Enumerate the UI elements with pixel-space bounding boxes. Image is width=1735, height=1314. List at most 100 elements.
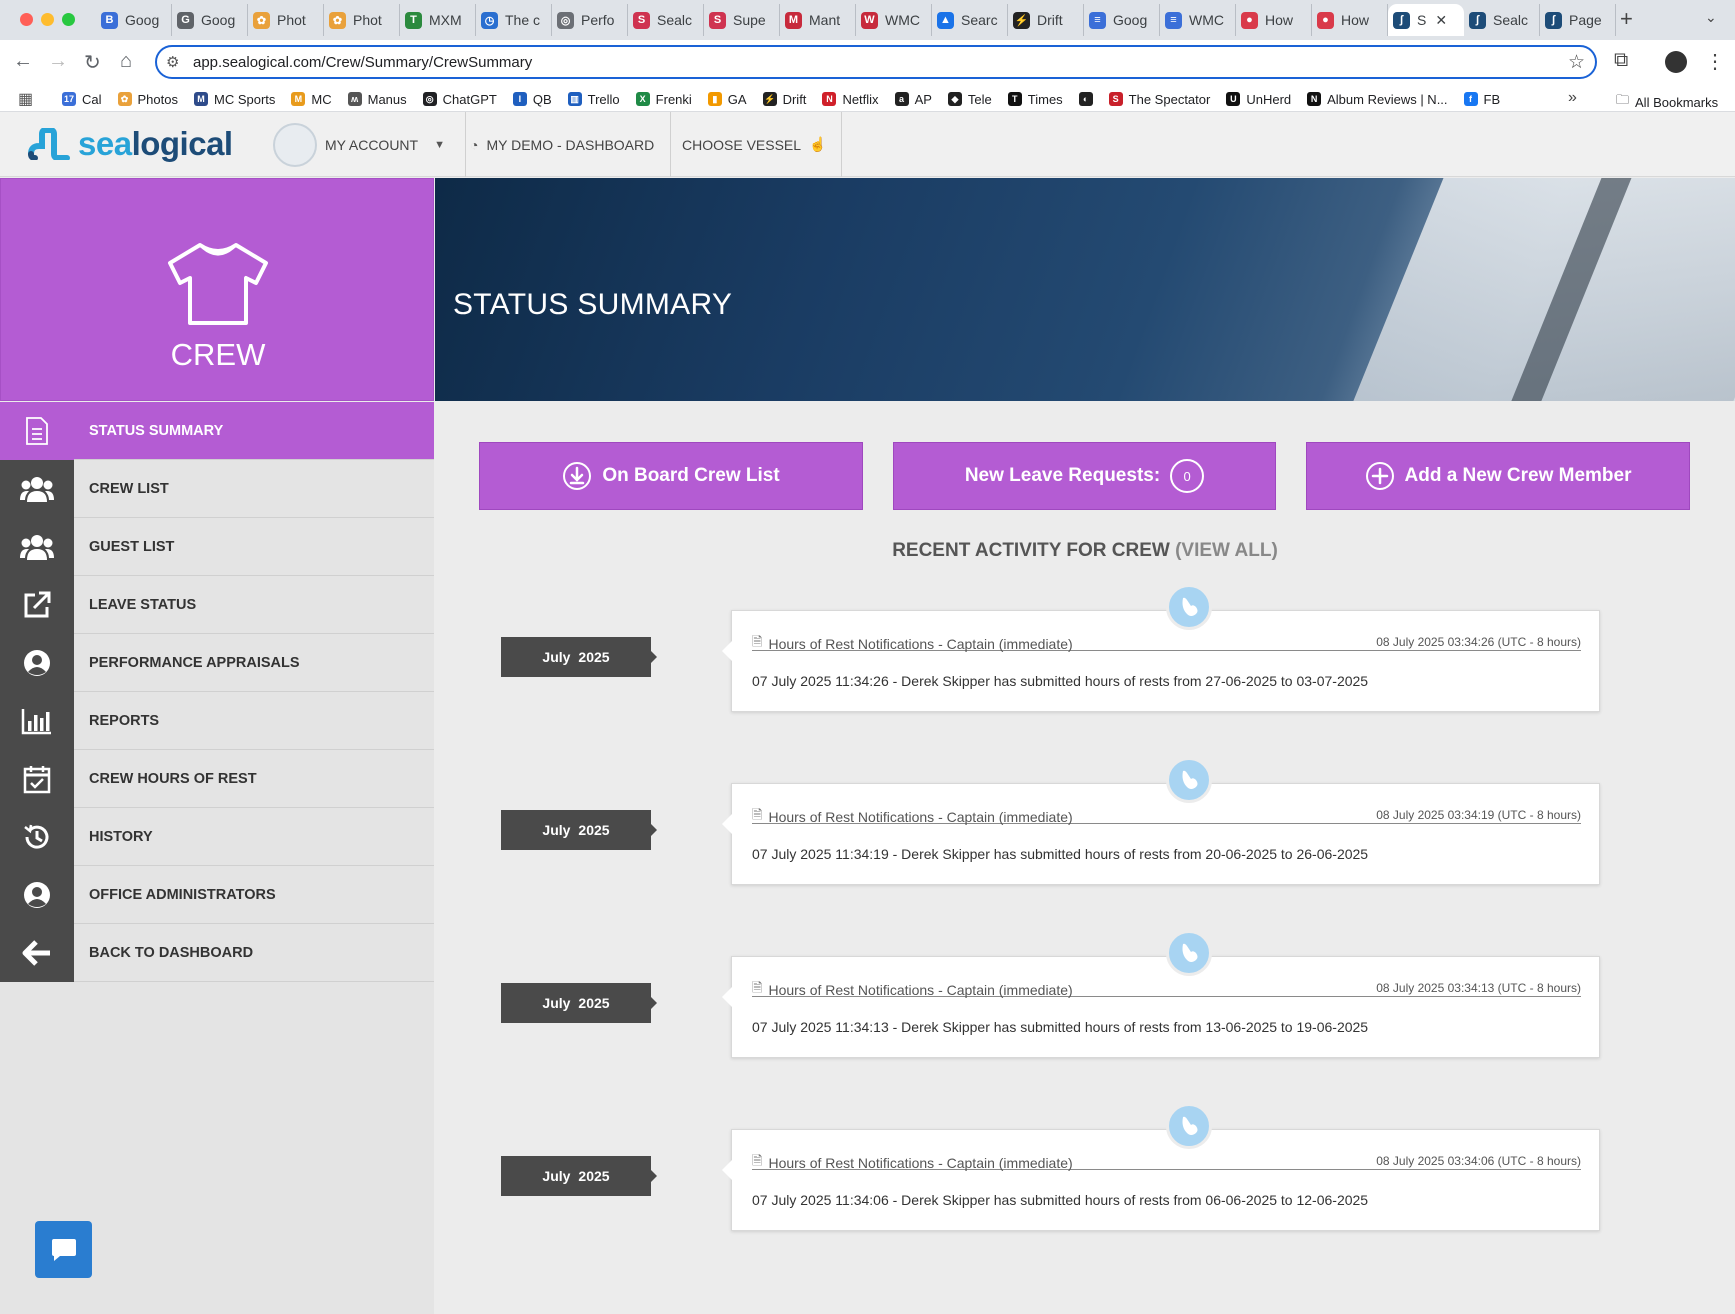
sidebar-item-label: STATUS SUMMARY [89, 422, 224, 439]
bookmark-item[interactable]: ⚡ Drift [762, 92, 806, 107]
tshirt-icon [168, 243, 268, 325]
browser-tab[interactable]: S Supe [704, 4, 780, 36]
browser-tab[interactable]: ✿ Phot [248, 4, 324, 36]
browser-tab[interactable]: ʃ S ✕ [1388, 4, 1464, 36]
browser-tab[interactable]: ʃ Sealc [1464, 4, 1540, 36]
bookmark-item[interactable]: M MC Sports [194, 92, 275, 107]
browser-tab[interactable]: ▲ Searc [932, 4, 1008, 36]
bookmark-item[interactable]: X Frenki [635, 92, 692, 107]
tab-search-icon[interactable]: ⌄ [1705, 9, 1717, 26]
bookmark-label: MC Sports [214, 91, 276, 107]
browser-tab[interactable]: ✿ Phot [324, 4, 400, 36]
bookmark-item[interactable]: f FB [1463, 92, 1500, 107]
tab-favicon-icon: ʃ [1469, 11, 1486, 29]
tab-favicon-icon: ≡ [1165, 11, 1182, 29]
browser-tab[interactable]: B Goog [96, 4, 172, 36]
bookmark-item[interactable]: M MC [291, 92, 332, 107]
bookmark-item[interactable]: T Times [1007, 92, 1063, 107]
back-icon[interactable]: ← [13, 50, 33, 73]
site-info-icon[interactable]: ⚙ [166, 53, 179, 71]
sealogical-logo[interactable]: sealogical [28, 125, 233, 163]
reload-icon[interactable]: ↻ [84, 50, 101, 75]
more-bookmarks-icon[interactable]: » [1568, 89, 1577, 107]
bookmark-star-icon[interactable]: ☆ [1568, 51, 1585, 74]
browser-tab[interactable]: ⚡ Drift [1008, 4, 1084, 36]
browser-tab[interactable]: T MXM [400, 4, 476, 36]
forward-icon[interactable]: → [48, 50, 68, 73]
activity-card-header: 🗎 Hours of Rest Notifications - Captain (… [752, 806, 1581, 825]
bookmark-item[interactable]: 17 Cal [62, 92, 102, 107]
sidebar-item-guest-list[interactable]: GUEST LIST [0, 517, 434, 576]
bookmark-item[interactable]: ▮ GA [707, 92, 747, 107]
section-title: CREW [170, 337, 266, 372]
activity-title[interactable]: 🗎 Hours of Rest Notifications - Captain (… [752, 633, 1073, 655]
activity-card[interactable]: 🗎 Hours of Rest Notifications - Captain (… [722, 956, 1600, 1058]
group-icon [0, 517, 74, 576]
logo-text-logical: logical [131, 125, 234, 162]
sidebar-item-status-summary[interactable]: STATUS SUMMARY [0, 401, 434, 460]
extensions-icon[interactable]: ⧉ [1614, 49, 1628, 72]
bookmark-item[interactable]: I QB [512, 92, 552, 107]
apps-grid-icon[interactable]: ▦ [18, 89, 33, 109]
bookmark-item[interactable]: a AP [894, 92, 932, 107]
tab-favicon-icon: M [785, 11, 802, 29]
activity-card[interactable]: 🗎 Hours of Rest Notifications - Captain (… [722, 610, 1600, 712]
bookmark-item[interactable]: ✿ Photos [117, 92, 178, 107]
bookmark-item[interactable]: ◎ ChatGPT [422, 92, 497, 107]
maximize-window-button[interactable] [62, 13, 75, 26]
hero-banner: STATUS SUMMARY [435, 178, 1735, 401]
bookmark-item[interactable]: N Album Reviews | N... [1307, 92, 1448, 107]
browser-tab[interactable]: ◎ Perfo [552, 4, 628, 36]
sidebar-item-crew-list[interactable]: CREW LIST [0, 459, 434, 518]
tab-title: Drift [1037, 12, 1063, 28]
demo-dashboard-link[interactable]: ◔ MY DEMO - DASHBOARD [455, 112, 672, 177]
leave-count-badge: 0 [1170, 459, 1205, 493]
browser-menu-icon[interactable]: ⋮ [1705, 49, 1725, 74]
activity-title[interactable]: 🗎 Hours of Rest Notifications - Captain (… [752, 806, 1073, 828]
choose-vessel-button[interactable]: CHOOSE VESSEL ☝ [667, 112, 843, 177]
activity-title-text: Hours of Rest Notifications - Captain (i… [768, 636, 1073, 652]
my-account-menu[interactable]: MY ACCOUNT ▼ [273, 112, 466, 177]
bookmark-item[interactable]: S The Spectator [1108, 92, 1210, 107]
activity-timestamp: 08 July 2025 03:34:06 (UTC - 8 hours) [1376, 1154, 1581, 1168]
url-text[interactable]: app.sealogical.com/Crew/Summary/CrewSumm… [193, 54, 532, 71]
activity-year: 2025 [578, 1168, 610, 1184]
activity-title[interactable]: 🗎 Hours of Rest Notifications - Captain (… [752, 979, 1073, 1001]
browser-tab[interactable]: ● How [1236, 4, 1312, 36]
browser-tab[interactable]: ʃ Page [1540, 4, 1616, 36]
profile-avatar[interactable] [1665, 51, 1687, 73]
address-bar[interactable]: ⚙ app.sealogical.com/Crew/Summary/CrewSu… [155, 45, 1597, 79]
activity-title[interactable]: 🗎 Hours of Rest Notifications - Captain (… [752, 1152, 1073, 1174]
tab-title: WMC [885, 12, 920, 28]
activity-card[interactable]: 🗎 Hours of Rest Notifications - Captain (… [722, 1129, 1600, 1231]
new-leave-requests-button[interactable]: New Leave Requests: 0 [893, 442, 1276, 510]
bookmark-item[interactable]: ◐ [1078, 92, 1093, 106]
browser-tab[interactable]: M Mant [780, 4, 856, 36]
browser-tab[interactable]: G Goog [172, 4, 248, 36]
browser-tab[interactable]: ≡ WMC [1160, 4, 1236, 36]
browser-tab[interactable]: W WMC [856, 4, 932, 36]
browser-tab[interactable]: S Sealc [628, 4, 704, 36]
browser-tab[interactable]: ◷ The c [476, 4, 552, 36]
bookmark-item[interactable]: ʍ Manus [347, 92, 407, 107]
bookmark-item[interactable]: U UnHerd [1226, 92, 1291, 107]
onboard-crew-list-button[interactable]: On Board Crew List [479, 442, 863, 510]
close-window-button[interactable] [20, 13, 33, 26]
bookmark-item[interactable]: N Netflix [822, 92, 879, 107]
view-all-link[interactable]: (VIEW ALL) [1175, 540, 1278, 561]
tab-title: Phot [353, 12, 382, 28]
bookmark-favicon-icon: ◐ [1078, 92, 1093, 106]
all-bookmarks-folder[interactable]: 🗀 All Bookmarks [1616, 91, 1718, 113]
bookmark-favicon-icon: ⚡ [762, 92, 777, 106]
browser-tab[interactable]: ≡ Goog [1084, 4, 1160, 36]
close-tab-icon[interactable]: ✕ [1435, 12, 1447, 29]
activity-card[interactable]: 🗎 Hours of Rest Notifications - Captain (… [722, 783, 1600, 885]
home-icon[interactable]: ⌂ [120, 50, 132, 73]
add-crew-member-button[interactable]: Add a New Crew Member [1306, 442, 1690, 510]
bookmark-item[interactable]: ▥ Trello [567, 92, 620, 107]
tab-title: Perfo [581, 12, 615, 28]
minimize-window-button[interactable] [41, 13, 54, 26]
bookmark-item[interactable]: ◆ Tele [947, 92, 992, 107]
browser-tab[interactable]: ● How [1312, 4, 1388, 36]
new-tab-icon[interactable]: + [1620, 6, 1633, 32]
